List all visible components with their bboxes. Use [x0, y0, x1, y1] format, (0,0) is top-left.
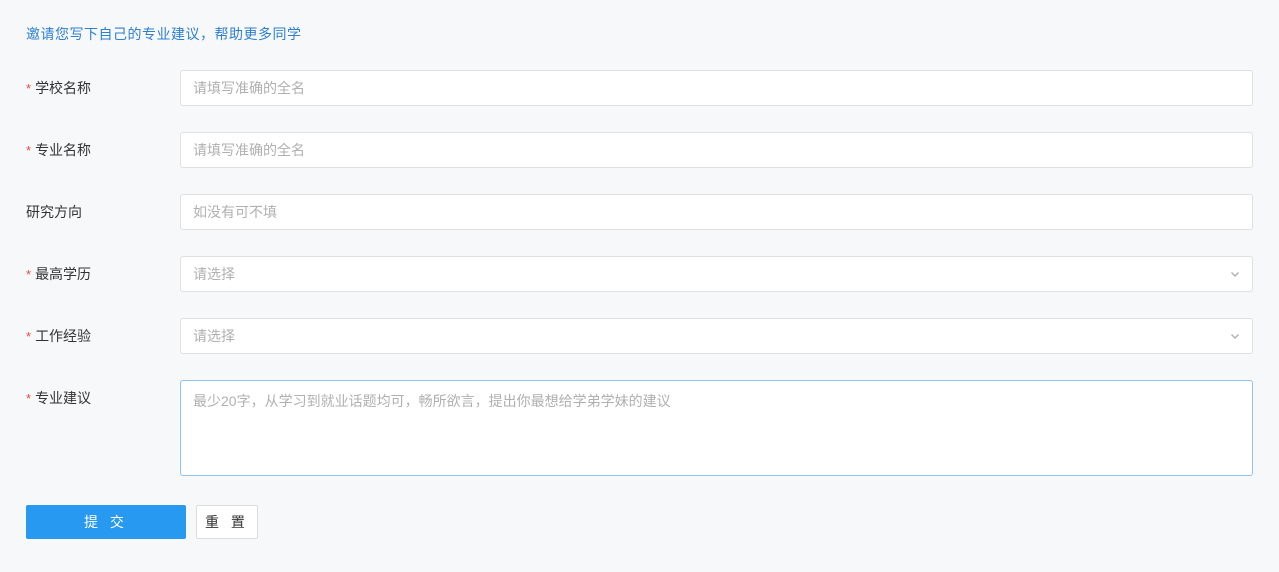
major-control: [180, 132, 1253, 168]
research-row: 研究方向: [26, 194, 1253, 230]
education-label-wrap: * 最高学历: [26, 256, 180, 284]
research-control: [180, 194, 1253, 230]
education-select[interactable]: 请选择: [180, 256, 1253, 292]
school-label-wrap: * 学校名称: [26, 70, 180, 98]
form-container: 邀请您写下自己的专业建议，帮助更多同学 * 学校名称 * 专业名称 研究方向 *…: [0, 0, 1279, 563]
required-mark: *: [26, 268, 31, 281]
required-mark: *: [26, 144, 31, 157]
education-label: 最高学历: [35, 264, 91, 284]
reset-button[interactable]: 重 置: [196, 505, 258, 539]
education-placeholder: 请选择: [193, 264, 235, 284]
experience-label-wrap: * 工作经验: [26, 318, 180, 346]
school-row: * 学校名称: [26, 70, 1253, 106]
research-label-wrap: 研究方向: [26, 194, 180, 222]
major-label-wrap: * 专业名称: [26, 132, 180, 160]
required-mark: *: [26, 392, 31, 405]
experience-control: 请选择: [180, 318, 1253, 354]
experience-select[interactable]: 请选择: [180, 318, 1253, 354]
experience-placeholder: 请选择: [193, 326, 235, 346]
school-input[interactable]: [180, 70, 1253, 106]
education-row: * 最高学历 请选择: [26, 256, 1253, 292]
research-input[interactable]: [180, 194, 1253, 230]
suggestion-row: * 专业建议: [26, 380, 1253, 479]
form-header: 邀请您写下自己的专业建议，帮助更多同学: [26, 24, 1253, 44]
major-label: 专业名称: [35, 140, 91, 160]
button-row: 提 交 重 置: [26, 505, 1253, 539]
submit-button[interactable]: 提 交: [26, 505, 186, 539]
school-control: [180, 70, 1253, 106]
experience-row: * 工作经验 请选择: [26, 318, 1253, 354]
major-row: * 专业名称: [26, 132, 1253, 168]
research-label: 研究方向: [26, 202, 82, 222]
suggestion-textarea[interactable]: [180, 380, 1253, 476]
major-input[interactable]: [180, 132, 1253, 168]
experience-label: 工作经验: [35, 326, 91, 346]
required-mark: *: [26, 330, 31, 343]
education-control: 请选择: [180, 256, 1253, 292]
suggestion-label-wrap: * 专业建议: [26, 380, 180, 408]
education-select-wrapper: 请选择: [180, 256, 1253, 292]
suggestion-label: 专业建议: [35, 388, 91, 408]
required-mark: *: [26, 82, 31, 95]
experience-select-wrapper: 请选择: [180, 318, 1253, 354]
suggestion-control: [180, 380, 1253, 479]
school-label: 学校名称: [35, 78, 91, 98]
